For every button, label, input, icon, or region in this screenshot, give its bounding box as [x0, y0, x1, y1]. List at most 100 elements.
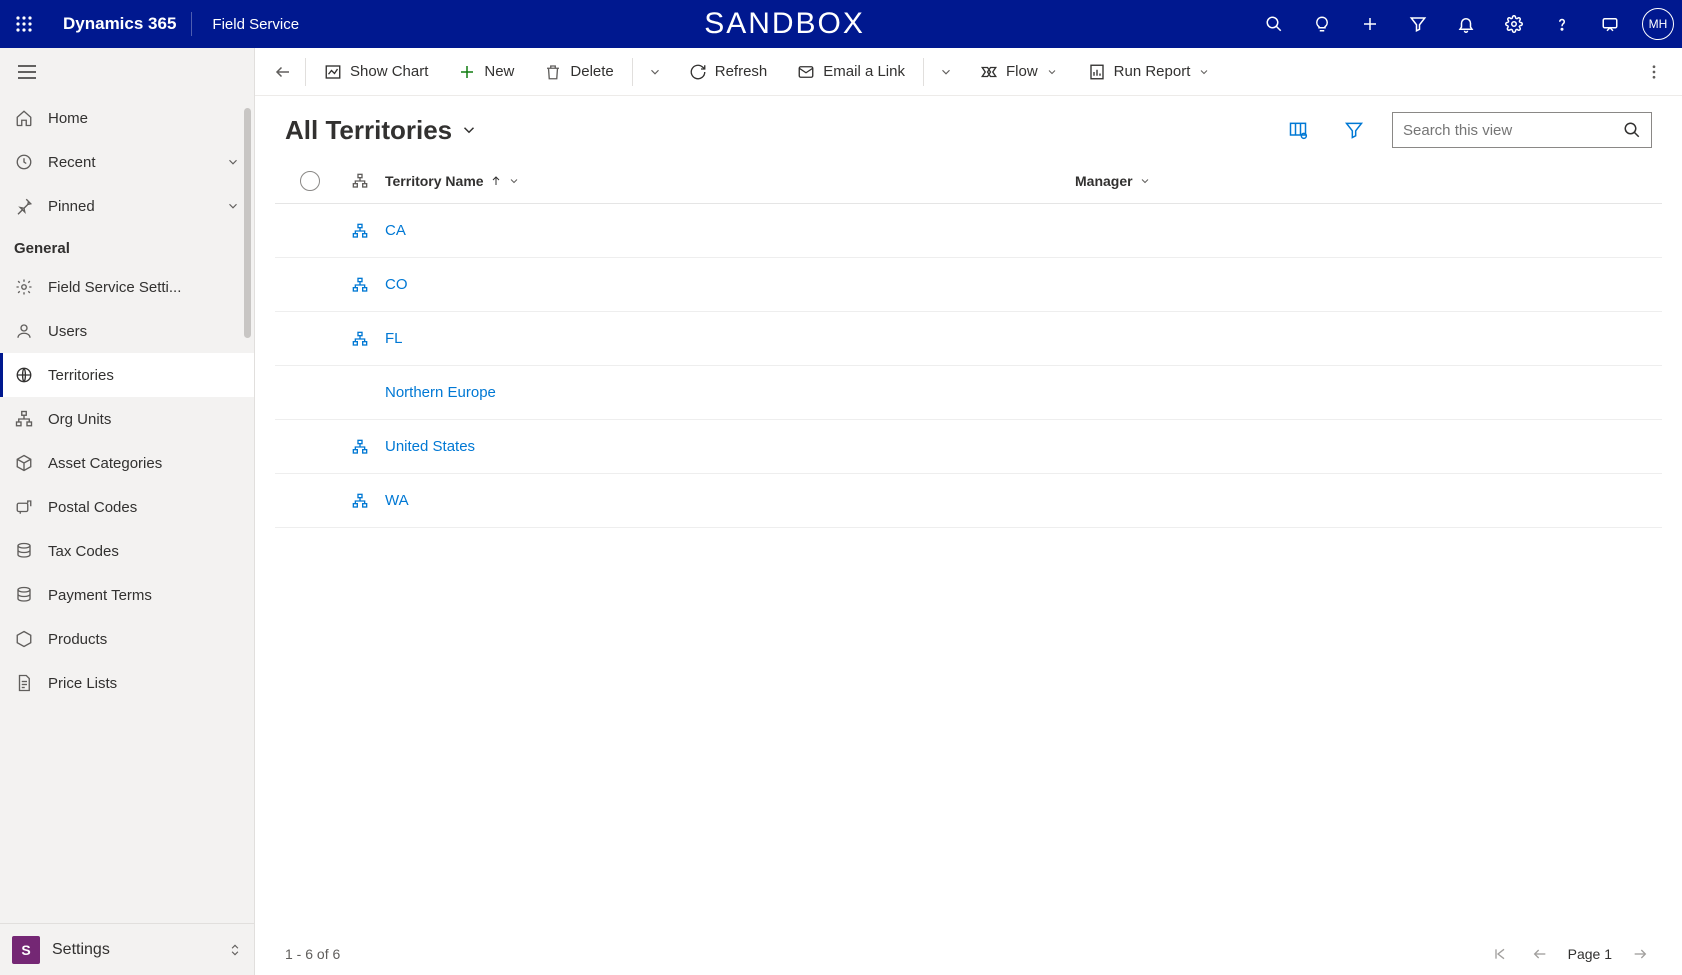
table-row[interactable]: Northern Europe [275, 366, 1662, 420]
search-icon [1623, 121, 1641, 139]
flow-button[interactable]: Flow [966, 50, 1072, 94]
chevron-down-icon [1198, 66, 1210, 78]
row-hierarchy-button[interactable] [335, 493, 385, 509]
new-button[interactable]: New [444, 50, 528, 94]
table-row[interactable]: CA [275, 204, 1662, 258]
sidebar-collapse-button[interactable] [0, 48, 254, 96]
grid-body: CA CO FL Northern Europe United States WA [275, 204, 1662, 528]
app-launcher-button[interactable] [0, 0, 48, 48]
avatar-initials: MH [1649, 17, 1668, 31]
nav-item-label: Field Service Setti... [48, 279, 240, 296]
database-icon [14, 542, 34, 560]
funnel-icon [1409, 15, 1427, 33]
view-selector[interactable]: All Territories [285, 115, 478, 146]
table-row[interactable]: CO [275, 258, 1662, 312]
trash-icon [544, 63, 562, 81]
cmd-label: New [484, 63, 514, 80]
lightbulb-icon [1313, 15, 1331, 33]
cmd-label: Flow [1006, 63, 1038, 80]
delete-dropdown-button[interactable] [637, 50, 673, 94]
table-row[interactable]: FL [275, 312, 1662, 366]
row-hierarchy-button[interactable] [335, 223, 385, 239]
hierarchy-icon [352, 493, 368, 509]
prev-page-button[interactable] [1528, 942, 1552, 966]
territory-link[interactable]: CA [385, 222, 1075, 239]
nav-field-service-settings[interactable]: Field Service Setti... [0, 265, 254, 309]
assistant-button[interactable] [1586, 0, 1634, 48]
email-dropdown-button[interactable] [928, 50, 964, 94]
back-button[interactable] [265, 50, 301, 94]
report-icon [1088, 63, 1106, 81]
nav-users[interactable]: Users [0, 309, 254, 353]
table-row[interactable]: United States [275, 420, 1662, 474]
chevron-down-icon [460, 121, 478, 139]
nav-item-label: Payment Terms [48, 587, 240, 604]
sidebar-scrollbar[interactable] [244, 108, 251, 338]
row-hierarchy-button[interactable] [335, 331, 385, 347]
pin-icon [14, 197, 34, 215]
run-report-button[interactable]: Run Report [1074, 50, 1225, 94]
add-button[interactable] [1346, 0, 1394, 48]
mailbox-icon [14, 498, 34, 516]
next-page-button[interactable] [1628, 942, 1652, 966]
select-all[interactable] [285, 171, 335, 191]
arrow-left-icon [274, 63, 292, 81]
delete-button[interactable]: Delete [530, 50, 627, 94]
brand-label[interactable]: Dynamics 365 [48, 14, 191, 34]
hierarchy-column-header[interactable] [335, 173, 385, 189]
settings-button[interactable] [1490, 0, 1538, 48]
subapp-label[interactable]: Field Service [192, 16, 319, 33]
nav-item-label: Products [48, 631, 240, 648]
filter-view-button[interactable] [1336, 112, 1372, 148]
waffle-icon [16, 16, 32, 32]
nav-pinned[interactable]: Pinned [0, 184, 254, 228]
nav-payment-terms[interactable]: Payment Terms [0, 573, 254, 617]
area-switcher[interactable]: S Settings [0, 923, 254, 975]
filter-button[interactable] [1394, 0, 1442, 48]
ideas-button[interactable] [1298, 0, 1346, 48]
row-hierarchy-button[interactable] [335, 277, 385, 293]
nav-recent[interactable]: Recent [0, 140, 254, 184]
territory-link[interactable]: Northern Europe [385, 384, 1075, 401]
nav-products[interactable]: Products [0, 617, 254, 661]
first-page-button[interactable] [1488, 942, 1512, 966]
separator [305, 58, 306, 86]
funnel-icon [1344, 120, 1364, 140]
edit-columns-button[interactable] [1280, 112, 1316, 148]
package-icon [14, 630, 34, 648]
flow-icon [980, 63, 998, 81]
refresh-button[interactable]: Refresh [675, 50, 782, 94]
territory-link[interactable]: WA [385, 492, 1075, 509]
nav-territories[interactable]: Territories [0, 353, 254, 397]
cmd-label: Delete [570, 63, 613, 80]
help-button[interactable] [1538, 0, 1586, 48]
user-avatar[interactable]: MH [1642, 8, 1674, 40]
overflow-button[interactable] [1636, 50, 1672, 94]
nav-item-label: Users [48, 323, 240, 340]
search-button[interactable] [1250, 0, 1298, 48]
nav-org-units[interactable]: Org Units [0, 397, 254, 441]
box-icon [14, 454, 34, 472]
chart-icon [324, 63, 342, 81]
email-link-button[interactable]: Email a Link [783, 50, 919, 94]
column-header-manager[interactable]: Manager [1075, 173, 1662, 189]
command-bar: Show Chart New Delete Refresh Email a Li… [255, 48, 1682, 96]
column-header-territory-name[interactable]: Territory Name [385, 173, 1075, 189]
nav-home[interactable]: Home [0, 96, 254, 140]
row-hierarchy-button[interactable] [335, 439, 385, 455]
show-chart-button[interactable]: Show Chart [310, 50, 442, 94]
main-content: Show Chart New Delete Refresh Email a Li… [255, 48, 1682, 975]
territory-link[interactable]: FL [385, 330, 1075, 347]
search-view[interactable] [1392, 112, 1652, 148]
nav-asset-categories[interactable]: Asset Categories [0, 441, 254, 485]
table-row[interactable]: WA [275, 474, 1662, 528]
search-input[interactable] [1403, 122, 1615, 139]
territory-link[interactable]: CO [385, 276, 1075, 293]
notifications-button[interactable] [1442, 0, 1490, 48]
sidebar: Home Recent Pinned General Field Service… [0, 48, 255, 975]
nav-price-lists[interactable]: Price Lists [0, 661, 254, 705]
nav-tax-codes[interactable]: Tax Codes [0, 529, 254, 573]
territory-link[interactable]: United States [385, 438, 1075, 455]
nav-postal-codes[interactable]: Postal Codes [0, 485, 254, 529]
environment-label: SANDBOX [319, 7, 1250, 41]
